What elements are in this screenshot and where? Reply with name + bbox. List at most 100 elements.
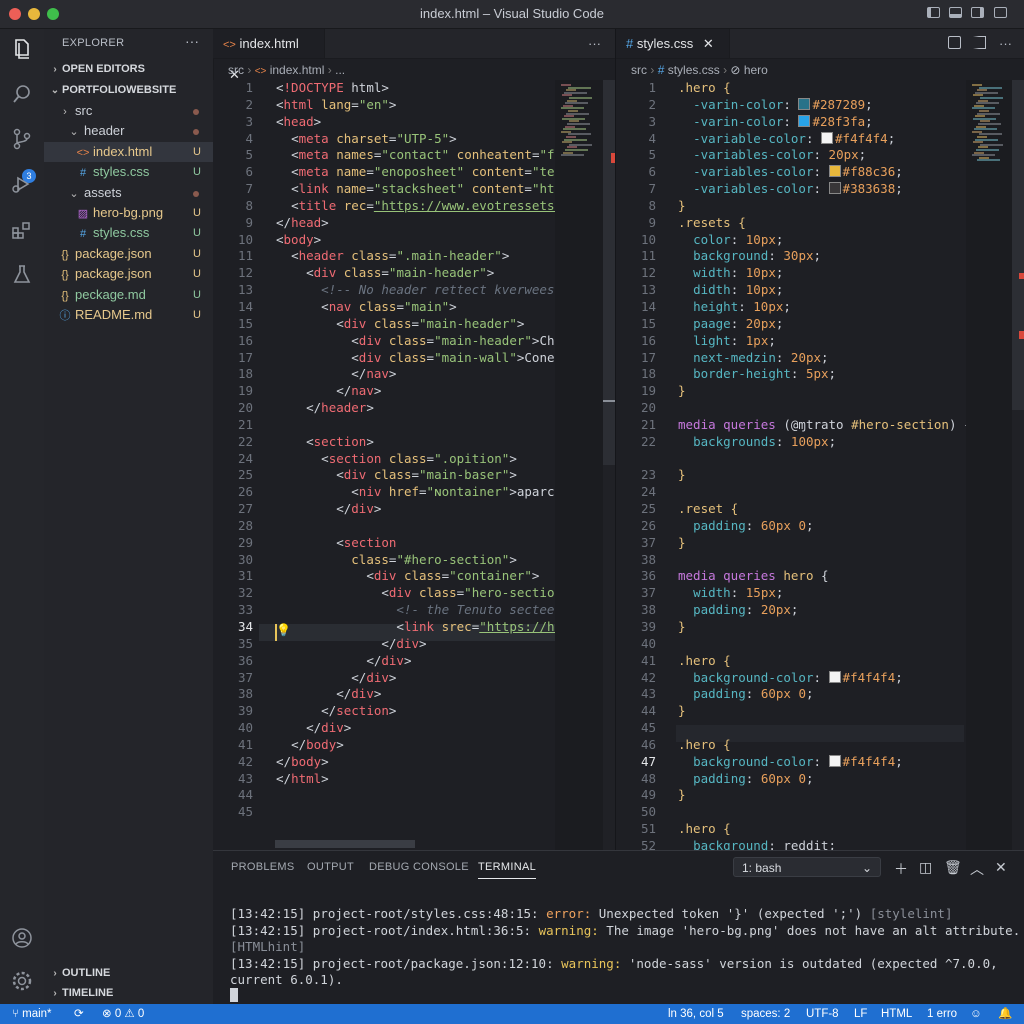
code-line[interactable]: -variables-color: #383638; bbox=[678, 181, 966, 198]
code-line[interactable]: paage: 20px; bbox=[678, 316, 966, 333]
html-code-editor[interactable]: 1 2 3 4 5 6 7 8 9 10 11 12 13 14 15 16 17 18 19 20 21 22 24 25 2… bbox=[213, 80, 603, 850]
right-scrollbar-thumb[interactable] bbox=[1012, 80, 1024, 410]
toggle-sidebar-icon[interactable] bbox=[927, 7, 940, 18]
code-line[interactable]: -variable-color: #f4f4f4; bbox=[678, 131, 966, 148]
right-minimap[interactable] bbox=[966, 80, 1012, 850]
code-line[interactable] bbox=[276, 804, 577, 821]
code-line[interactable]: -variables-color: #f88c36; bbox=[678, 164, 966, 181]
left-minimap[interactable] bbox=[555, 80, 603, 850]
code-line[interactable]: height: 10px; bbox=[678, 299, 966, 316]
tree-item[interactable]: › src bbox=[44, 101, 213, 121]
code-line[interactable]: <head> bbox=[276, 114, 577, 131]
settings-gear-icon[interactable] bbox=[10, 969, 34, 993]
code-line[interactable] bbox=[276, 417, 577, 434]
code-line[interactable]: width: 10px; bbox=[678, 265, 966, 282]
tree-item[interactable]: # styles.css U bbox=[44, 223, 213, 243]
code-line[interactable]: .hero { bbox=[678, 737, 966, 754]
left-scrollbar-thumb[interactable] bbox=[603, 80, 615, 465]
code-line[interactable]: </div> bbox=[276, 670, 577, 687]
tree-item[interactable]: ⌄ assets bbox=[44, 183, 213, 203]
code-line[interactable]: <title rec="https://www.evotressets.or bbox=[276, 198, 577, 215]
code-line[interactable]: </html> bbox=[276, 771, 577, 788]
code-line[interactable]: color: 10px; bbox=[678, 232, 966, 249]
tab-terminal[interactable]: TERMINAL bbox=[478, 861, 537, 879]
code-line[interactable]: } bbox=[678, 535, 966, 552]
left-scrollbar-track[interactable] bbox=[603, 80, 615, 850]
code-line[interactable]: </nav> bbox=[276, 383, 577, 400]
code-line[interactable]: <meta names="contact" conheatent="f-br bbox=[276, 147, 577, 164]
source-control-icon[interactable] bbox=[10, 127, 34, 151]
toggle-secondary-sidebar-icon[interactable] bbox=[971, 7, 984, 18]
code-line[interactable]: </div> bbox=[276, 720, 577, 737]
code-line[interactable]: } bbox=[678, 787, 966, 804]
code-line[interactable]: <div class="main-header">Chåår bbox=[276, 333, 577, 350]
code-line[interactable] bbox=[678, 451, 966, 468]
code-line[interactable]: padding: 60px 0; bbox=[678, 771, 966, 788]
code-line[interactable]: <div class="main-header"> bbox=[276, 316, 577, 333]
code-line[interactable]: } bbox=[678, 703, 966, 720]
sync-icon[interactable]: ⟳ bbox=[74, 1004, 84, 1024]
code-line[interactable]: </header> bbox=[276, 400, 577, 417]
code-line[interactable]: <section bbox=[276, 535, 577, 552]
branch-indicator[interactable]: ⑂ main* bbox=[12, 1004, 52, 1024]
tree-item[interactable]: {} peckage.md U bbox=[44, 285, 213, 305]
trash-icon[interactable]: 🗑 bbox=[944, 859, 962, 876]
cursor-position[interactable]: ln 36, col 5 bbox=[668, 1004, 724, 1024]
open-editors-section[interactable]: › OPEN EDITORS bbox=[44, 59, 213, 79]
code-line[interactable]: <!- the Tenuto sectee pr bbox=[276, 602, 577, 619]
code-line[interactable]: <link srec="https://hero bbox=[276, 619, 577, 636]
code-line[interactable]: background-color: #f4f4f4; bbox=[678, 754, 966, 771]
tree-item[interactable]: ⓘ README.md U bbox=[44, 305, 213, 325]
account-icon[interactable] bbox=[10, 926, 34, 950]
code-line[interactable]: -varin-color: #287289; bbox=[678, 97, 966, 114]
code-line[interactable]: } bbox=[678, 467, 966, 484]
tab-output[interactable]: OUTPUT bbox=[307, 861, 354, 873]
code-line[interactable]: background: reddit; bbox=[678, 838, 966, 850]
code-line[interactable]: -varin-color: #28f3fa; bbox=[678, 114, 966, 131]
error-count[interactable]: 1 erro bbox=[927, 1004, 957, 1024]
code-line[interactable]: background: 30px; bbox=[678, 248, 966, 265]
code-line[interactable]: .resets { bbox=[678, 215, 966, 232]
terminal-select[interactable]: 1: bash ⌄ bbox=[733, 857, 881, 877]
code-line[interactable]: background-color: #f4f4f4; bbox=[678, 670, 966, 687]
problems-indicator[interactable]: ⊗ 0 ⚠ 0 bbox=[102, 1004, 144, 1024]
code-line[interactable]: </div> bbox=[276, 653, 577, 670]
explorer-more-actions-icon[interactable]: ··· bbox=[185, 33, 199, 49]
code-line[interactable]: padding: 20px; bbox=[678, 602, 966, 619]
tree-item[interactable]: {} package.json U bbox=[44, 244, 213, 264]
code-line[interactable] bbox=[678, 804, 966, 821]
extensions-icon[interactable] bbox=[10, 218, 34, 242]
code-line[interactable]: </body> bbox=[276, 754, 577, 771]
code-line[interactable] bbox=[678, 636, 966, 653]
open-changes-icon[interactable] bbox=[948, 36, 961, 49]
right-scrollbar-track[interactable] bbox=[1012, 80, 1024, 850]
tab-debug-console[interactable]: DEBUG CONSOLE bbox=[369, 861, 469, 873]
code-line[interactable]: .hero { bbox=[678, 821, 966, 838]
code-line[interactable]: media queries (@ɱtrato #hero-section) { bbox=[678, 417, 966, 434]
code-line[interactable] bbox=[678, 484, 966, 501]
code-line[interactable]: </div> bbox=[276, 686, 577, 703]
code-line[interactable]: <!DOCTYPE html> bbox=[276, 80, 577, 97]
code-line[interactable]: light: 1px; bbox=[678, 333, 966, 350]
code-line[interactable]: -variables-color: 20px; bbox=[678, 147, 966, 164]
code-line[interactable] bbox=[678, 720, 966, 737]
code-line[interactable]: } bbox=[678, 619, 966, 636]
code-line[interactable]: .hero { bbox=[678, 80, 966, 97]
tree-item[interactable]: {} package.json U bbox=[44, 264, 213, 284]
editor-more-actions-icon[interactable]: ··· bbox=[588, 29, 601, 58]
code-line[interactable] bbox=[678, 552, 966, 569]
code-line[interactable]: <nav class="main"> bbox=[276, 299, 577, 316]
code-line[interactable] bbox=[678, 400, 966, 417]
code-line[interactable]: media queries hero { bbox=[678, 568, 966, 585]
tree-item[interactable]: <> index.html U bbox=[44, 141, 213, 163]
code-line[interactable]: <div class="main-header"> bbox=[276, 265, 577, 282]
code-line[interactable]: <link name="stacksheet" content="https bbox=[276, 181, 577, 198]
outline-section[interactable]: › OUTLINE bbox=[44, 963, 213, 983]
code-line[interactable]: <!-- No header rettect kverwees or bbox=[276, 282, 577, 299]
code-line[interactable]: } bbox=[678, 198, 966, 215]
code-line[interactable]: <div class="main-baser"> bbox=[276, 467, 577, 484]
split-editor-icon[interactable] bbox=[973, 36, 986, 49]
language-mode[interactable]: HTML bbox=[881, 1004, 912, 1024]
code-line[interactable]: next-medzin: 20px; bbox=[678, 350, 966, 367]
code-line[interactable]: <niv href="ɴontainer">aparc/Ir bbox=[276, 484, 577, 501]
